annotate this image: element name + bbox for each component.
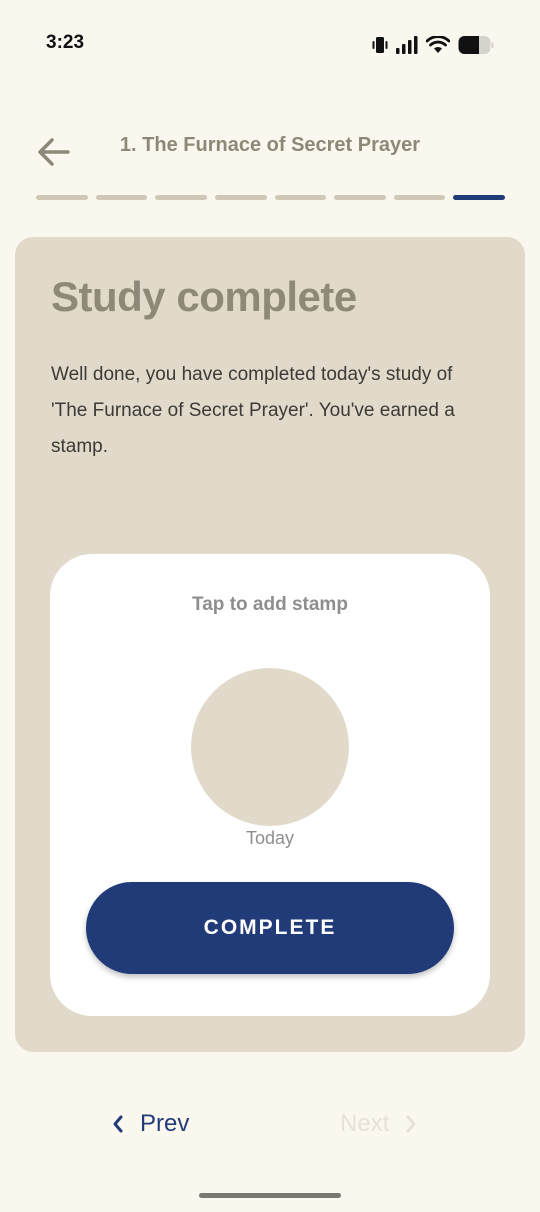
chevron-right-icon: [406, 1115, 416, 1133]
status-icons: [372, 34, 494, 56]
bottom-nav: Prev Next: [0, 1100, 540, 1156]
stamp-panel: Tap to add stamp Today COMPLETE: [50, 554, 490, 1016]
stamp-prompt: Tap to add stamp: [192, 594, 348, 615]
complete-button[interactable]: COMPLETE: [86, 882, 454, 974]
progress-segment: [334, 195, 386, 200]
arrow-left-icon: [38, 138, 70, 166]
progress-segment: [274, 195, 327, 200]
progress-segment: [214, 195, 267, 200]
progress-segment: [95, 195, 148, 200]
back-button[interactable]: [30, 132, 76, 172]
next-label: Next: [340, 1110, 390, 1137]
prev-button[interactable]: Prev: [112, 1110, 189, 1138]
stamp-date-label: Today: [245, 828, 295, 848]
header: 1. The Furnace of Secret Prayer: [0, 110, 540, 190]
wifi-icon: [426, 36, 450, 53]
next-button[interactable]: Next: [340, 1110, 417, 1138]
chevron-left-icon: [113, 1115, 123, 1133]
signal-icon: [396, 36, 418, 54]
progress-segment: [155, 195, 207, 200]
progress-segment: [36, 195, 88, 200]
status-bar: 3:23: [0, 0, 540, 90]
study-complete-card: Study complete Well done, you have compl…: [15, 237, 525, 1052]
home-indicator: [199, 1193, 341, 1198]
vibrate-icon: [372, 37, 388, 53]
progress-segment-current: [453, 195, 505, 200]
card-title: Study complete: [51, 273, 357, 320]
prev-label: Prev: [140, 1110, 190, 1137]
card-body: Well done, you have completed today's st…: [51, 364, 455, 457]
progress-segment: [393, 195, 446, 200]
stamp-slot[interactable]: [191, 668, 349, 826]
page-title: 1. The Furnace of Secret Prayer: [119, 134, 421, 156]
status-time: 3:23: [46, 32, 85, 53]
battery-icon: [458, 36, 494, 54]
progress-bar: [36, 195, 505, 201]
